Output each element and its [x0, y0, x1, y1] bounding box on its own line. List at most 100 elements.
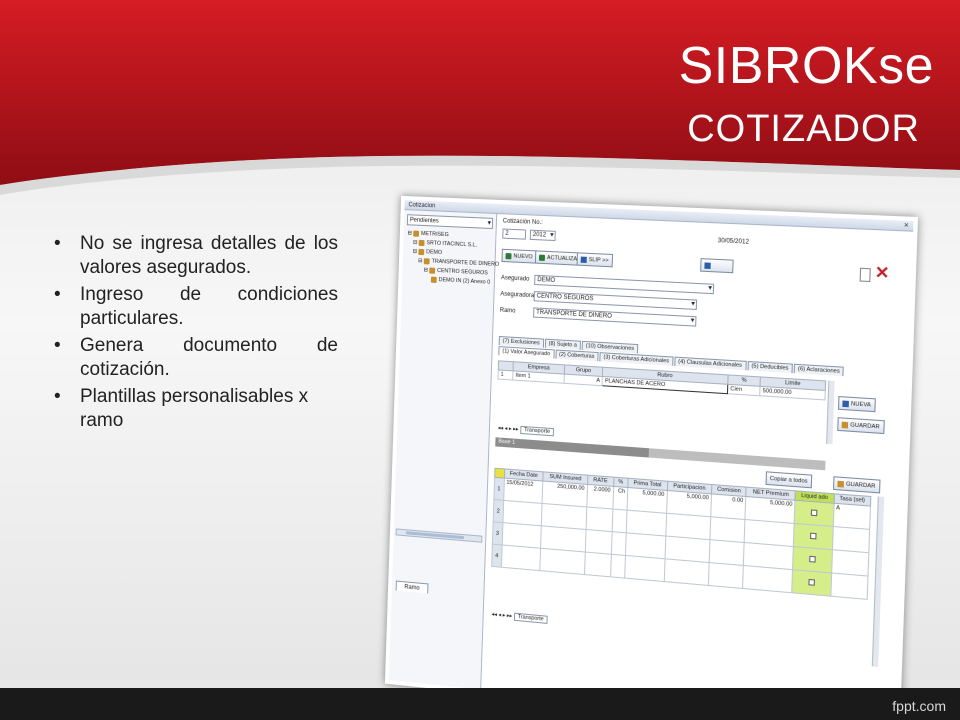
- copiar-button[interactable]: Copiar a todos: [765, 471, 812, 488]
- cotizacion-number-field[interactable]: 2: [502, 228, 526, 239]
- table-cell[interactable]: [540, 548, 585, 574]
- ramo-select[interactable]: TRANSPORTE DE DINERO: [533, 307, 696, 326]
- table-cell[interactable]: Item 1: [513, 371, 564, 383]
- table-cell[interactable]: A: [564, 374, 603, 386]
- excel-icon: [704, 262, 710, 269]
- slip-button[interactable]: SLIP >>: [577, 252, 613, 267]
- checkbox[interactable]: [811, 509, 818, 516]
- bullet-item: No se ingresa detalles de los valores as…: [52, 232, 338, 280]
- table-cell[interactable]: [612, 509, 627, 533]
- liquidado-cell[interactable]: [793, 547, 832, 573]
- items-sheet-tabs: ◂◂ ◂ ▸ ▸▸ Transporte: [498, 425, 554, 435]
- ramo-label: Ramo: [500, 308, 516, 315]
- guardar-premium-button[interactable]: GUARDAR: [833, 476, 880, 493]
- tab-deducibles[interactable]: (5) Deducibles: [747, 361, 793, 373]
- guardar-items-button[interactable]: GUARDAR: [837, 417, 884, 434]
- table-cell[interactable]: 5,000.00: [627, 487, 667, 513]
- table-cell[interactable]: [743, 565, 793, 592]
- tab-coberturas[interactable]: (2) Coberturas: [555, 349, 599, 361]
- new-icon: [505, 253, 511, 259]
- checkbox[interactable]: [808, 578, 815, 585]
- table-cell[interactable]: [830, 573, 868, 599]
- tree-view[interactable]: ⊟ METRISEG ⊟ SRTO ITACINCL S.L. ⊟ DEMO ⊟…: [402, 229, 496, 288]
- document-icon: [431, 276, 437, 282]
- bullet-item: Ingreso de condiciones particulares.: [52, 283, 338, 331]
- bullet-item: Plantillas personalisables x ramo: [52, 385, 338, 433]
- table-cell[interactable]: [502, 523, 542, 549]
- base-band-fill: [649, 448, 826, 470]
- nueva-button[interactable]: NUEVA: [838, 396, 875, 412]
- tab-valor-asegurado[interactable]: (1) Valor Asegurado: [498, 346, 554, 359]
- pending-select[interactable]: Pendientes: [407, 214, 493, 229]
- table-cell[interactable]: Cien: [728, 384, 761, 395]
- table-cell[interactable]: [710, 517, 745, 543]
- checkbox[interactable]: [810, 532, 817, 539]
- excel-button[interactable]: [700, 258, 734, 273]
- table-cell[interactable]: Ch: [613, 486, 628, 510]
- bullet-list: No se ingresa detalles de los valores as…: [52, 232, 338, 436]
- tab-transporte[interactable]: Transporte: [514, 613, 548, 624]
- premium-sheet-tabs: ◂◂ ◂ ▸ ▸▸ Transporte: [491, 612, 547, 623]
- table-cell[interactable]: [831, 550, 869, 576]
- horizontal-scrollbar[interactable]: [396, 528, 483, 542]
- table-cell[interactable]: [709, 540, 744, 566]
- table-cell[interactable]: [664, 559, 709, 586]
- delete-icon[interactable]: ✕: [875, 266, 888, 282]
- slide-title: SIBROKse: [679, 36, 934, 96]
- folder-icon: [413, 230, 419, 236]
- table-cell[interactable]: [586, 507, 613, 532]
- actualiza-button[interactable]: ACTUALIZA: [535, 250, 581, 265]
- tab-ramo[interactable]: Ramo: [396, 581, 429, 594]
- tab-coberturas-adicionales[interactable]: (3) Coberturas Adicionales: [599, 352, 673, 366]
- table-cell[interactable]: [625, 555, 665, 581]
- liquidado-cell[interactable]: [794, 523, 833, 549]
- table-cell[interactable]: 0.00: [711, 494, 746, 520]
- table-cell[interactable]: 1: [498, 370, 513, 380]
- table-cell[interactable]: [611, 532, 626, 556]
- table-cell[interactable]: 15/05/2012: [503, 478, 543, 503]
- table-cell[interactable]: [584, 552, 611, 577]
- folder-icon: [419, 239, 425, 245]
- refresh-icon: [539, 254, 545, 260]
- header-band: [0, 0, 960, 200]
- app-screenshot-frame: Cotizacion ✕ Pendientes ⊟ METRISEG ⊟ SRT…: [383, 190, 913, 702]
- watermark: fppt.com: [892, 698, 946, 714]
- table-cell[interactable]: [832, 526, 870, 552]
- window-title: Cotizacion: [408, 202, 435, 209]
- document-icon[interactable]: [860, 268, 871, 282]
- table-cell[interactable]: [585, 529, 612, 554]
- liquidado-cell[interactable]: [794, 500, 833, 526]
- main-pane: Cotización No.: 2 2012 30/05/2012 NUEVO …: [485, 216, 917, 720]
- table-cell[interactable]: 2.0000: [586, 484, 613, 509]
- checkbox[interactable]: [809, 555, 816, 562]
- table-cell[interactable]: [501, 545, 541, 571]
- asegurado-select[interactable]: DEMO: [534, 275, 714, 294]
- premium-table: Fecha Date SUM Insured RATE % Prima Tota…: [491, 468, 871, 600]
- table-cell[interactable]: [708, 563, 743, 589]
- folder-icon: [429, 267, 435, 273]
- table-cell[interactable]: A: [833, 503, 871, 529]
- aseguradora-select[interactable]: CENTRO SEGUROS: [534, 291, 698, 310]
- add-icon: [842, 400, 849, 407]
- folder-icon: [424, 258, 430, 264]
- aseguradora-label: Aseguradora: [500, 291, 534, 299]
- bullet-item: Genera documento de cotización.: [52, 334, 338, 382]
- tab-transporte[interactable]: Transporte: [520, 426, 554, 437]
- date-text: 30/05/2012: [718, 238, 749, 246]
- vertical-scrollbar[interactable]: [872, 496, 884, 666]
- table-cell[interactable]: [503, 500, 543, 526]
- asegurado-label: Asegurado: [501, 275, 530, 283]
- document-icon: [581, 256, 587, 262]
- vertical-scrollbar[interactable]: [826, 381, 835, 445]
- tab-clausulas[interactable]: (4) Clausulas Adicionales: [674, 357, 746, 371]
- liquidado-cell[interactable]: [792, 570, 831, 596]
- table-cell[interactable]: [610, 554, 625, 578]
- footer-band: [0, 688, 960, 720]
- close-icon[interactable]: ✕: [903, 221, 909, 232]
- year-select[interactable]: 2012: [530, 230, 556, 241]
- base-band: Base 1: [495, 437, 649, 457]
- tab-aclaraciones[interactable]: (6) Aclaraciones: [794, 364, 845, 377]
- table-cell[interactable]: [625, 533, 665, 559]
- nuevo-button[interactable]: NUEVO: [501, 249, 536, 264]
- table-cell[interactable]: [626, 510, 666, 536]
